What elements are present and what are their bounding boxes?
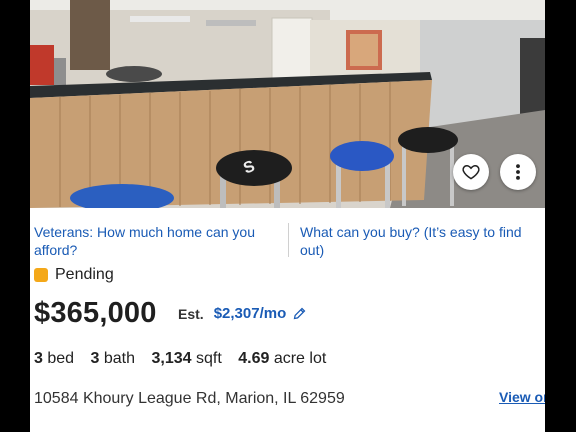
lot-value: 4.69 (238, 350, 270, 367)
link-divider (288, 223, 289, 257)
baths-label: bath (103, 350, 136, 367)
favorite-button[interactable] (453, 154, 489, 190)
beds-value: 3 (34, 350, 43, 367)
listing-card: S Veterans: How much home can you afford… (30, 0, 545, 432)
status-badge: Pending (34, 265, 114, 285)
beds-label: bed (47, 350, 75, 367)
lot-label: acre lot (273, 350, 327, 367)
more-vertical-icon (508, 162, 528, 182)
property-facts: 3 bed 3 bath 3,134 sqft 4.69 acre lot (34, 350, 338, 368)
estimate-amount[interactable]: $2,307/mo (214, 305, 287, 322)
monthly-estimate: Est. $2,307/mo (178, 305, 307, 322)
heart-icon (461, 162, 481, 182)
promo-links: Veterans: How much home can you afford? … (30, 221, 545, 261)
baths-value: 3 (90, 350, 100, 367)
lot-fact: 4.69 acre lot (238, 350, 326, 367)
sqft-fact: 3,134 sqft (151, 350, 221, 367)
pencil-icon[interactable] (292, 306, 307, 321)
sqft-value: 3,134 (151, 350, 192, 367)
veterans-affordability-link[interactable]: Veterans: How much home can you afford? (34, 223, 274, 259)
view-on-map-link[interactable]: View or (499, 389, 545, 405)
beds-fact: 3 bed (34, 350, 74, 367)
sqft-label: sqft (195, 350, 222, 367)
baths-fact: 3 bath (91, 350, 136, 367)
listing-photo[interactable]: S (30, 0, 545, 208)
estimate-label: Est. (178, 305, 204, 322)
status-dot-icon (34, 268, 48, 282)
listing-price: $365,000 (34, 297, 157, 329)
status-label: Pending (55, 266, 114, 283)
listing-address: 10584 Khoury League Rd, Marion, IL 62959 (34, 390, 345, 407)
more-options-button[interactable] (500, 154, 536, 190)
buying-power-link[interactable]: What can you buy? (It’s easy to find out… (300, 223, 540, 259)
